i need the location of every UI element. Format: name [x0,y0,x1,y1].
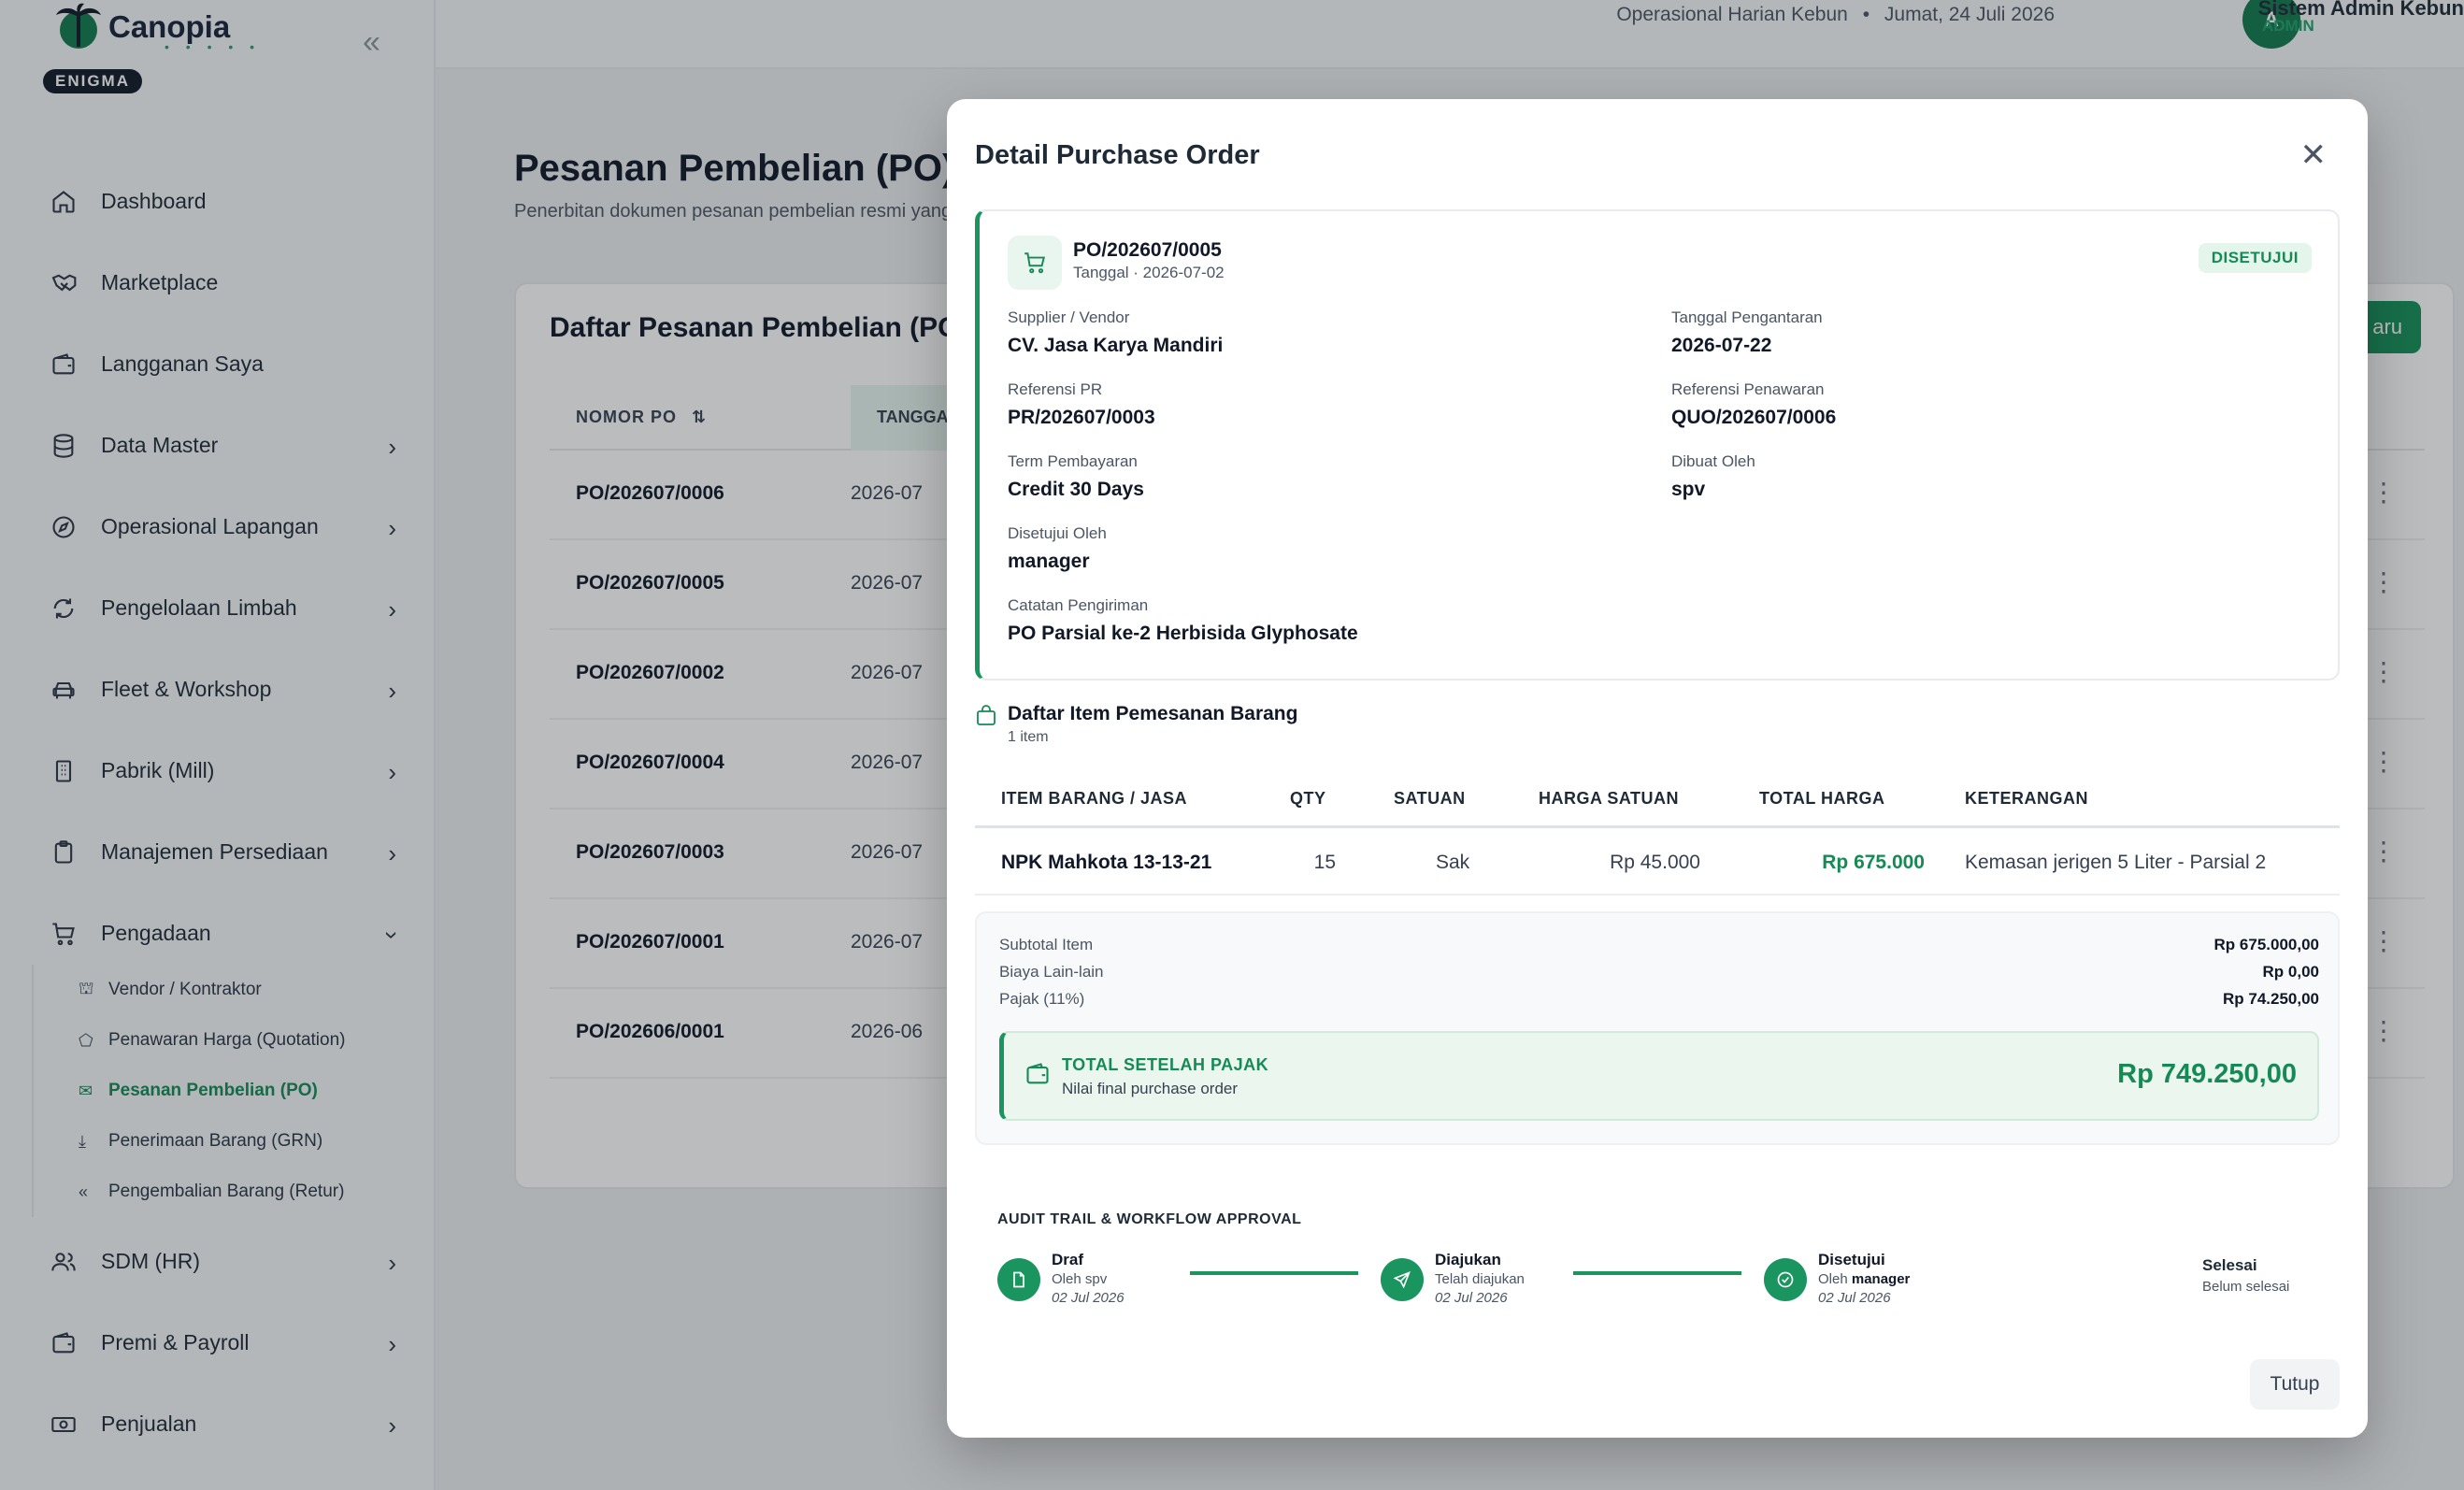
item-qty: 15 [1313,852,1336,873]
field-label: Tanggal Pengantaran [1671,308,1823,326]
cart-icon [1008,236,1062,290]
po-date: Tanggal · 2026-07-02 [1073,264,1225,281]
step-title: Disetujui [1818,1251,1885,1268]
status-badge: DISETUJUI [2198,243,2312,273]
step-date: 02 Jul 2026 [1052,1290,1125,1306]
summary-label: Subtotal Item [999,936,1094,953]
grand-total-label: TOTAL SETELAH PAJAK [1062,1055,1269,1074]
column-header-total: TOTAL HARGA [1759,789,1885,808]
step-actor: Telah diajukan [1435,1271,1525,1287]
items-title: Daftar Item Pemesanan Barang [1008,703,1298,724]
step-actor: Oleh spv [1052,1271,1108,1287]
modal-title: Detail Purchase Order [975,140,1260,170]
column-header-note: KETERANGAN [1965,789,2089,808]
field-shipping-note: Catatan Pengiriman PO Parsial ke-2 Herbi… [1008,596,1358,645]
field-created-by: Dibuat Oleh spv [1671,452,1755,501]
summary-value: Rp 675.000,00 [2213,936,2319,953]
step-date: 02 Jul 2026 [1818,1290,1891,1306]
column-header-qty: QTY [1290,789,1326,808]
field-value: 2026-07-22 [1671,335,1772,356]
field-value: Credit 30 Days [1008,479,1144,500]
summary-label: Biaya Lain-lain [999,963,1104,981]
step-status: Belum selesai [2202,1279,2290,1295]
field-payment-term: Term Pembayaran Credit 30 Days [1008,452,1144,501]
field-label: Supplier / Vendor [1008,308,1130,326]
field-supplier: Supplier / Vendor CV. Jasa Karya Mandiri [1008,308,1223,357]
audit-trail-title: AUDIT TRAIL & WORKFLOW APPROVAL [997,1211,1302,1227]
field-delivery-date: Tanggal Pengantaran 2026-07-22 [1671,308,1823,357]
field-quote-reference: Referensi Penawaran QUO/202607/0006 [1671,380,1836,429]
workflow-connector [1573,1271,1741,1275]
cost-summary: Subtotal Item Rp 675.000,00 Biaya Lain-la… [975,911,2340,1145]
document-icon [997,1258,1040,1301]
grand-total-value: Rp 749.250,00 [2117,1059,2297,1089]
po-detail-modal: Detail Purchase Order ✕ PO/202607/0005 T… [947,99,2368,1438]
item-unit: Sak [1436,852,1470,873]
workflow-connector [1190,1271,1358,1275]
wallet-icon [1024,1061,1051,1092]
summary-tax: Pajak (11%) Rp 74.250,00 [999,990,2319,1009]
step-actor-prefix: Oleh [1818,1271,1852,1287]
column-header-item: ITEM BARANG / JASA [1001,789,1188,808]
item-total: Rp 675.000 [1822,852,1925,873]
grand-total-subtitle: Nilai final purchase order [1062,1080,1239,1097]
step-actor: Oleh manager [1818,1271,1910,1287]
workflow-step-completed: Selesai Belum selesai [2202,1256,2289,1295]
items-count: 1 item [1008,729,1049,745]
summary-subtotal: Subtotal Item Rp 675.000,00 [999,936,2319,954]
field-value: QUO/202607/0006 [1671,407,1837,428]
items-table-header: ITEM BARANG / JASA QTY SATUAN HARGA SATU… [975,770,2340,828]
item-note: Kemasan jerigen 5 Liter - Parsial 2 [1965,852,2267,873]
step-title: Draf [1052,1251,1084,1268]
close-icon[interactable]: ✕ [2300,136,2328,174]
field-label: Disetujui Oleh [1008,524,1107,542]
po-summary-card: PO/202607/0005 Tanggal · 2026-07-02 DISE… [975,209,2340,681]
field-value: CV. Jasa Karya Mandiri [1008,335,1224,356]
item-price: Rp 45.000 [1610,852,1700,873]
field-value: PO Parsial ke-2 Herbisida Glyphosate [1008,623,1358,644]
field-label: Referensi Penawaran [1671,380,1825,398]
column-header-unit: SATUAN [1394,789,1466,808]
step-actor-name: manager [1851,1271,1911,1287]
summary-label: Pajak (11%) [999,990,1085,1008]
send-icon [1381,1258,1424,1301]
table-row: NPK Mahkota 13-13-21 15 Sak Rp 45.000 Rp… [975,828,2340,895]
field-label: Dibuat Oleh [1671,452,1755,470]
po-number: PO/202607/0005 [1073,239,1222,261]
field-pr-reference: Referensi PR PR/202607/0003 [1008,380,1155,429]
field-approved-by: Disetujui Oleh manager [1008,524,1107,573]
close-button[interactable]: Tutup [2250,1359,2340,1410]
field-label: Catatan Pengiriman [1008,596,1149,614]
check-circle-icon [1764,1258,1807,1301]
summary-value: Rp 0,00 [2262,963,2319,981]
column-header-price: HARGA SATUAN [1539,789,1679,808]
step-title: Selesai [2202,1256,2257,1274]
shopping-bag-icon [975,705,997,732]
field-value: manager [1008,551,1090,572]
step-title: Diajukan [1435,1251,1501,1268]
step-date: 02 Jul 2026 [1435,1290,1508,1306]
field-label: Term Pembayaran [1008,452,1138,470]
summary-value: Rp 74.250,00 [2222,990,2319,1008]
field-label: Referensi PR [1008,380,1103,398]
summary-other-costs: Biaya Lain-lain Rp 0,00 [999,963,2319,981]
field-value: spv [1671,479,1706,500]
item-name: NPK Mahkota 13-13-21 [1001,852,1212,873]
grand-total-box: TOTAL SETELAH PAJAK Nilai final purchase… [999,1031,2319,1121]
field-value: PR/202607/0003 [1008,407,1155,428]
items-table: ITEM BARANG / JASA QTY SATUAN HARGA SATU… [975,770,2340,895]
